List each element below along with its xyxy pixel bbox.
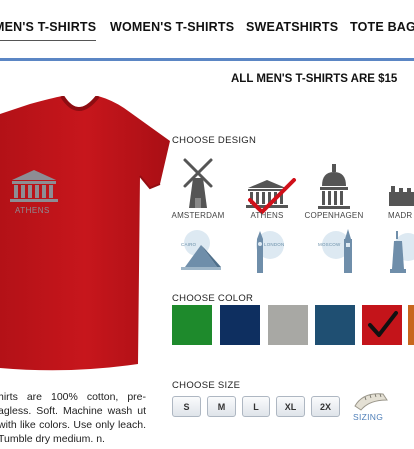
- price-banner: ALL MEN'S T-SHIRTS ARE $15: [231, 73, 398, 85]
- tab-sweatshirts[interactable]: SWEATSHIRTS: [246, 20, 338, 34]
- size-button-m[interactable]: M: [207, 396, 236, 417]
- tab-mens-t-shirts[interactable]: MEN'S T-SHIRTS: [0, 20, 97, 41]
- tab-womens-t-shirts[interactable]: WOMEN'S T-SHIRTS: [110, 20, 234, 34]
- choose-color-label: CHOOSE COLOR: [172, 293, 254, 304]
- pyramid-icon: [181, 230, 221, 270]
- size-button-s[interactable]: S: [172, 396, 201, 417]
- shirt-print-text: ATHENS: [15, 206, 50, 215]
- design-option-madrid[interactable]: MADR: [375, 150, 414, 225]
- nav-divider: [0, 58, 414, 61]
- design-label: MADR: [388, 211, 413, 220]
- palace-icon: [389, 186, 414, 206]
- color-swatch-orange[interactable]: [408, 305, 414, 345]
- design-thumb-london[interactable]: LONDON: [240, 229, 296, 273]
- windmill-icon: [183, 158, 213, 208]
- statue-of-liberty-icon: [390, 231, 414, 273]
- design-thumb-new-york[interactable]: [384, 229, 414, 273]
- size-button-2x[interactable]: 2X: [311, 396, 340, 417]
- tshirt-preview: ATHENS: [0, 94, 170, 371]
- thumb-label: LONDON: [264, 242, 285, 247]
- category-nav: MEN'S T-SHIRTS WOMEN'S T-SHIRTS SWEATSHI…: [0, 0, 414, 58]
- color-swatch-red[interactable]: [362, 305, 402, 345]
- design-option-athens[interactable]: ATHENS: [234, 150, 300, 225]
- color-swatch-navy[interactable]: [220, 305, 260, 345]
- spasskaya-tower-icon: [322, 229, 352, 273]
- color-swatch-steel-blue[interactable]: [315, 305, 355, 345]
- size-button-l[interactable]: L: [242, 396, 270, 417]
- design-label: AMSTERDAM: [171, 211, 225, 220]
- choose-design-label: CHOOSE DESIGN: [172, 135, 257, 146]
- color-swatch-green[interactable]: [172, 305, 212, 345]
- big-ben-icon: [256, 231, 284, 273]
- design-option-copenhagen[interactable]: COPENHAGEN: [301, 150, 367, 225]
- dome-icon: [318, 164, 350, 209]
- design-label: COPENHAGEN: [304, 211, 364, 220]
- design-label: ATHENS: [250, 211, 284, 220]
- choose-size-label: CHOOSE SIZE: [172, 380, 241, 391]
- thumb-label: CAIRO: [181, 242, 197, 247]
- product-description: hirts are 100% cotton, pre-agless. Soft.…: [0, 391, 146, 445]
- thumb-label: MOSCOW: [318, 242, 341, 247]
- tape-measure-icon: [354, 393, 388, 411]
- design-thumb-cairo[interactable]: CAIRO: [177, 229, 233, 273]
- design-thumb-moscow[interactable]: MOSCOW: [316, 229, 372, 273]
- selected-check-icon: [368, 311, 398, 337]
- sizing-link[interactable]: SIZING: [353, 388, 389, 424]
- tab-tote-bags[interactable]: TOTE BAGS: [350, 20, 414, 34]
- color-swatch-heather-grey[interactable]: [268, 305, 308, 345]
- size-button-xl[interactable]: XL: [276, 396, 305, 417]
- design-option-amsterdam[interactable]: AMSTERDAM: [165, 150, 231, 225]
- sizing-label: SIZING: [353, 412, 384, 422]
